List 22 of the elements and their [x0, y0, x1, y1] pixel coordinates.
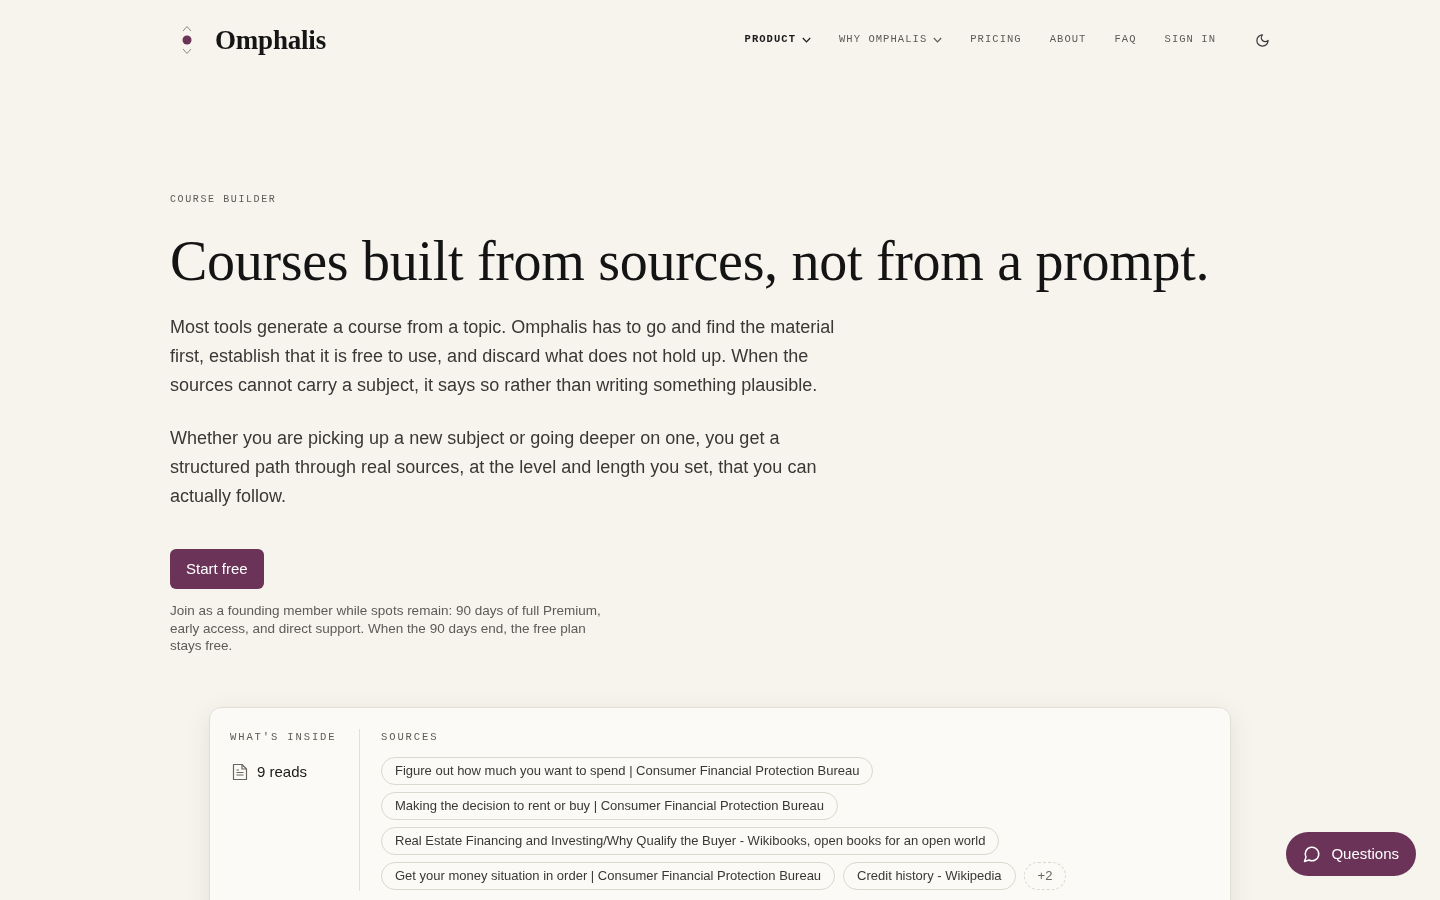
whats-inside-label: WHAT'S INSIDE: [230, 729, 337, 745]
reads-count: 9 reads: [257, 761, 308, 782]
nav-link[interactable]: PRODUCT: [744, 32, 811, 48]
nav-link[interactable]: ABOUT: [1049, 32, 1087, 48]
nav-link[interactable]: FAQ: [1114, 32, 1137, 48]
hero-paragraph: Most tools generate a course from a topic. Omphalis has to go and find the material first, establish that it is free to use, and discard what does not hold up. When the sources cannot carry a subject, it says so rather than writing something plausible.: [170, 316, 836, 397]
sources-label: SOURCES: [381, 729, 439, 745]
nav-link[interactable]: SIGN IN: [1164, 32, 1216, 48]
questions-button[interactable]: Questions: [1286, 832, 1416, 876]
logo-icon: [181, 25, 193, 55]
moon-icon: [1254, 32, 1270, 48]
nav-link[interactable]: WHY OMPHALIS: [839, 32, 943, 48]
logo-text[interactable]: Omphalis: [215, 19, 326, 61]
founding-member-note: Join as a founding member while spots remain: 90 days of full Premium, early access, and direct support. When the 90 days end, the free plan stays free.: [170, 602, 602, 655]
start-free-button[interactable]: Start free: [170, 549, 264, 589]
dark-mode-toggle[interactable]: [1254, 32, 1270, 48]
document-icon: [232, 762, 248, 781]
chat-bubble-icon: [1303, 845, 1322, 863]
hero-heading: Courses built from sources, not from a prompt.: [170, 229, 1210, 293]
eyebrow-label: COURSE BUILDER: [170, 193, 277, 207]
hero-paragraph: Whether you are picking up a new subject or going deeper on one, you get a structured path through real sources, at the level and length you set, that you can actually follow.: [170, 427, 818, 508]
nav-link[interactable]: PRICING: [970, 32, 1022, 48]
